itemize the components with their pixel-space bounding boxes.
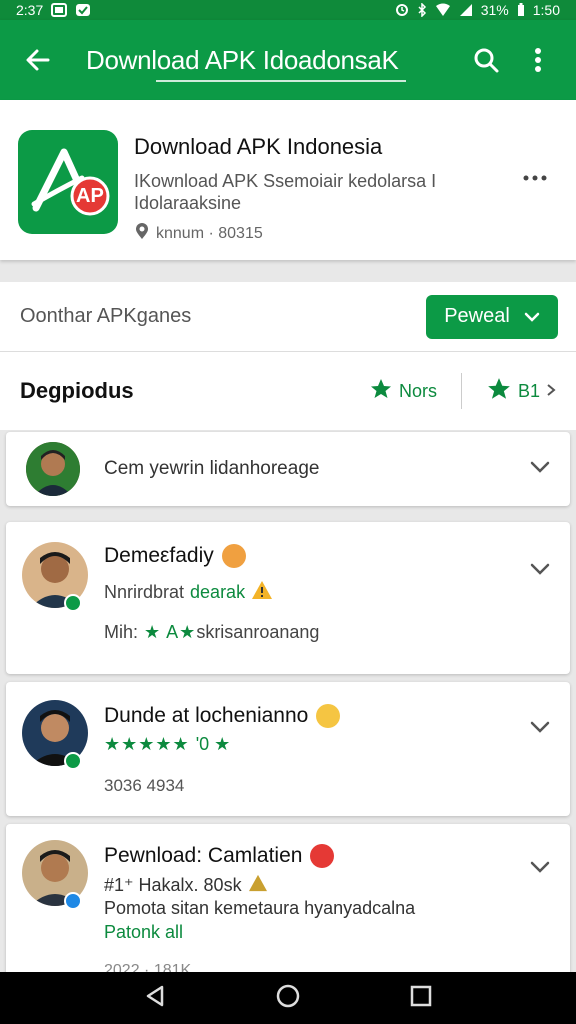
review-meta-text: 3036 4934 [104,776,185,795]
app-icon-badge: AP [76,185,104,207]
location-pin-icon [134,222,150,245]
review-author: Dunde at lochenianno [104,704,309,727]
reviews-title: Degpiodus [20,378,134,403]
app-info: Download APK Indonesia IKownload APK Sse… [134,134,524,245]
chevron-down-icon[interactable] [530,860,550,878]
chip-divider [460,373,462,409]
review-card[interactable]: Dunde at lochenianno ★★★★★ '0 ★ 3036 493… [6,682,570,816]
warning-icon [251,580,273,605]
chevron-right-icon [546,381,556,402]
review-line: Pomota sitan kemetaura hyanyadcalna [104,898,415,919]
review-meta: 3036 4934 [104,776,184,796]
app-bar: Download APK IdoadonsaK [0,20,576,100]
app-meta-text: knnum · 80315 [156,224,263,242]
review-card[interactable]: Cem yewrin lidanhoreage [6,432,570,506]
review-author-row: Dunde at lochenianno [104,704,341,728]
status-time: 2:37 [16,2,44,18]
review-author: Cem yewrin lidanhoreage [104,458,320,479]
app-bar-title: Download APK IdoadonsaK [86,44,399,75]
app-bar-title-area: Download APK IdoadonsaK [86,32,456,88]
nav-home-icon[interactable] [275,983,301,1014]
check-notification-icon [75,3,91,17]
chevron-down-icon [524,305,540,328]
review-line2-prefix: Mih: [104,622,139,642]
thinking-emoji-icon [316,704,341,728]
angry-emoji-icon [310,844,335,868]
status-bar: 2:37 31% 1:50 [0,0,576,20]
app-icon[interactable]: AP [18,130,118,234]
review-line1: #1⁺ Hakalx. 80sk [104,875,242,895]
review-author: Demeεfadiy [104,544,214,567]
image-notification-icon [51,3,68,17]
star-icon [486,376,512,407]
chevron-down-icon[interactable] [530,460,550,478]
review-line: Patonk all [104,922,183,943]
reviews-header: Degpiodus Nors B1 [0,352,576,430]
review-stars-suffix: '0 ★ [195,734,231,754]
sort-chip-b1[interactable]: B1 [486,376,556,407]
filter-button-label: Peweal [444,305,510,327]
search-icon[interactable] [464,38,508,82]
back-arrow-icon[interactable] [20,42,56,78]
filter-row: Oonthar APKganes Peweal [0,282,576,352]
alarm-icon [395,3,409,17]
verified-badge-icon [64,892,82,910]
verified-badge-icon [64,752,82,770]
chevron-down-icon[interactable] [530,562,550,580]
review-line1-green: dearak [190,582,246,602]
card-more-icon[interactable] [522,162,548,188]
battery-percent: 31% [480,2,509,18]
status-clock-right: 1:50 [532,2,560,18]
sort-chip-b1-label: B1 [517,380,540,401]
nav-back-icon[interactable] [144,984,166,1013]
title-underline [156,80,406,82]
filter-label: Oonthar APKganes [20,305,192,327]
review-stars: ★★★★★ [104,734,190,754]
nav-recents-icon[interactable] [410,985,432,1012]
bluetooth-icon [417,3,427,17]
warning-icon [248,874,268,897]
review-line3: Patonk all [104,922,184,942]
review-author-row: Demeεfadiy [104,544,246,568]
app-subtitle-line2: Idolaraaksine [134,193,242,213]
star-icon [369,377,393,406]
review-author: Pewnload: Camlatien [104,844,303,867]
review-rating-row: ★★★★★ '0 ★ [104,734,230,755]
wifi-icon [435,3,451,17]
app-meta: knnum · 80315 [134,222,524,245]
sort-chip-nors[interactable]: Nors [369,377,437,406]
review-stars: ★ A★ [144,622,197,642]
review-line1-prefix: Nnrirdbrat [104,582,185,602]
app-subtitle-line1: IKownload APK Ssemoiair kedolarsa I [134,171,437,191]
review-line: Nnrirdbrat dearak [104,580,273,605]
avatar [26,442,80,496]
angry-emoji-icon [221,544,246,568]
review-line2: Pomota sitan kemetaura hyanyadcalna [104,898,416,918]
sort-chip-nors-label: Nors [398,380,437,401]
review-line: Mih: ★ A★ skrisanroanang [104,622,319,643]
signal-icon [459,3,473,17]
verified-badge-icon [64,594,82,612]
review-card[interactable]: Pewnload: Camlatien #1⁺ Hakalx. 80sk Pom… [6,824,570,984]
chevron-down-icon[interactable] [530,720,550,738]
review-line: #1⁺ Hakalx. 80sk [104,874,268,897]
app-summary-card: AP Download APK Indonesia IKownload APK … [0,100,576,260]
filter-dropdown-button[interactable]: Peweal [426,294,558,339]
overflow-menu-icon[interactable] [516,38,560,82]
app-name: Download APK Indonesia [134,134,383,159]
battery-icon [517,3,525,17]
review-card[interactable]: Demeεfadiy Nnrirdbrat dearak Mih: ★ A★ s… [6,522,570,674]
app-subtitle: IKownload APK Ssemoiair kedolarsa I Idol… [134,170,524,214]
system-nav-bar [0,972,576,1024]
review-author-row: Pewnload: Camlatien [104,844,335,868]
review-line2-text: skrisanroanang [196,622,320,642]
